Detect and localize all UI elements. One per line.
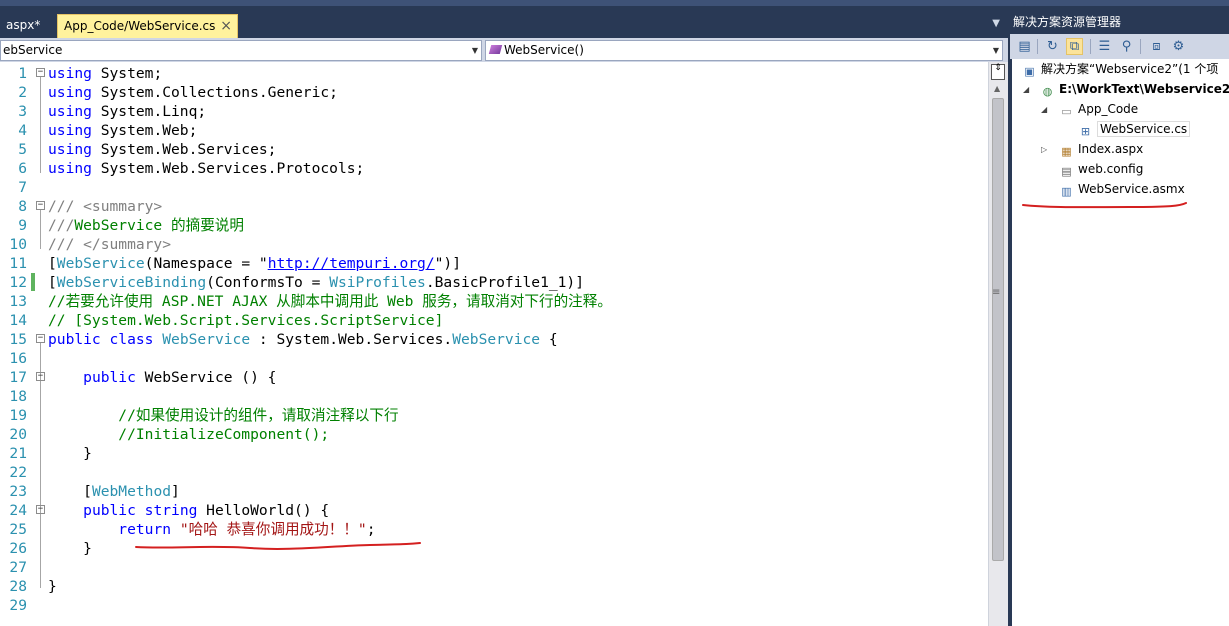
collapsed-arrow-icon[interactable]: ▷ bbox=[1041, 145, 1047, 154]
tree-node-webservice-asmx[interactable]: ▥ WebService.asmx bbox=[1059, 179, 1184, 199]
solution-explorer-toolbar: ▤ ↻ ⧉ ☰ ⚲ ⧈ ⚙ bbox=[1010, 34, 1229, 59]
scrollbar-grip-icon: ≡ bbox=[992, 287, 1001, 298]
code-line: 11 [WebService(Namespace = "http://tempur… bbox=[9, 255, 461, 272]
tree-node-webservice-cs[interactable]: ⊞ WebService.cs bbox=[1078, 119, 1191, 139]
chevron-down-icon: ▼ bbox=[471, 46, 478, 55]
collapse-icon[interactable]: − bbox=[36, 334, 45, 343]
code-line: 4 using System.Web; bbox=[18, 122, 198, 139]
tab-aspx[interactable]: aspx* bbox=[0, 14, 52, 38]
code-line: 24− public string HelloWorld() { bbox=[9, 502, 330, 519]
code-line: 18 bbox=[9, 388, 27, 405]
code-line: 19 //如果使用设计的组件，请取消注释以下行 bbox=[9, 407, 399, 424]
document-tab-bar: aspx* App_Code/WebService.cs × ▼ bbox=[0, 6, 1008, 38]
scroll-up-icon[interactable]: ▲ bbox=[994, 84, 1000, 93]
code-line: 27 bbox=[9, 559, 27, 576]
method-icon bbox=[488, 45, 503, 54]
tab-webservice-cs[interactable]: App_Code/WebService.cs × bbox=[57, 14, 238, 38]
navigation-bar: ebService ▼ WebService() ▼ bbox=[0, 38, 1008, 62]
code-line: 17− public WebService () { bbox=[9, 369, 277, 386]
tree-node-solution[interactable]: ▣ 解决方案“Webservice2”(1 个项 bbox=[1022, 59, 1218, 79]
scrollbar-thumb[interactable] bbox=[992, 98, 1004, 561]
solution-icon: ▣ bbox=[1024, 65, 1035, 78]
expanded-arrow-icon[interactable]: ◢ bbox=[1041, 105, 1047, 114]
code-line: 5 using System.Web.Services; bbox=[18, 141, 277, 158]
view-code-icon[interactable]: ☰ bbox=[1096, 38, 1113, 55]
code-line: 13//若要允许使用 ASP.NET AJAX 从脚本中调用此 Web 服务，请… bbox=[9, 293, 612, 310]
collapse-icon[interactable]: − bbox=[36, 201, 45, 210]
red-underline-annotation bbox=[135, 542, 421, 550]
folder-open-icon: ▭ bbox=[1061, 105, 1072, 118]
show-all-files-icon[interactable]: ⧉ bbox=[1066, 38, 1083, 55]
expanded-arrow-icon[interactable]: ◢ bbox=[1023, 85, 1029, 94]
type-dropdown-value: ebService bbox=[3, 43, 63, 57]
code-line: 21 } bbox=[9, 445, 92, 462]
member-dropdown-value: WebService() bbox=[504, 43, 584, 57]
code-line: 8−/// <summary> bbox=[18, 198, 163, 215]
code-line: 23 [WebMethod] bbox=[9, 483, 180, 500]
tree-node-app-code[interactable]: ▭ App_Code bbox=[1059, 99, 1138, 119]
website-project-icon: ◍ bbox=[1042, 85, 1053, 98]
change-indicator bbox=[31, 273, 35, 291]
config-file-icon: ▤ bbox=[1061, 165, 1072, 178]
collapse-icon[interactable]: − bbox=[36, 68, 45, 77]
code-line: 16 bbox=[9, 350, 27, 367]
asmx-file-icon: ▥ bbox=[1061, 185, 1072, 198]
toolbar-separator bbox=[1140, 39, 1141, 54]
namespace-url-link[interactable]: http://tempuri.org/ bbox=[268, 255, 435, 272]
code-line: 28} bbox=[9, 578, 57, 595]
code-line: 22 bbox=[9, 464, 27, 481]
code-line: 14// [System.Web.Script.Services.ScriptS… bbox=[9, 312, 444, 329]
code-line: 20 //InitializeComponent(); bbox=[9, 426, 330, 443]
refresh-icon[interactable]: ↻ bbox=[1044, 38, 1061, 55]
tab-list-dropdown-icon[interactable]: ▼ bbox=[992, 18, 1000, 29]
code-line: 9///WebService 的摘要说明 bbox=[18, 217, 244, 234]
code-editor[interactable]: 1− using System; 2 using System.Collection… bbox=[0, 62, 988, 626]
tree-node-project[interactable]: ◍ E:\WorkText\Webservice2\ bbox=[1040, 79, 1229, 99]
toolbar-separator bbox=[1090, 39, 1091, 54]
asp-config-icon[interactable]: ⚙ bbox=[1170, 38, 1187, 55]
collapse-icon[interactable]: − bbox=[36, 372, 45, 381]
properties-icon[interactable]: ▤ bbox=[1016, 38, 1033, 55]
code-line: 7 bbox=[18, 179, 27, 196]
solution-explorer-title: 解决方案资源管理器 bbox=[1013, 15, 1122, 29]
cs-file-icon: ⊞ bbox=[1080, 125, 1091, 138]
code-line: 29 bbox=[9, 597, 27, 614]
code-line: 15− public class WebService : System.Web.… bbox=[9, 331, 558, 348]
chevron-down-icon: ▼ bbox=[992, 46, 999, 55]
tree-node-index-aspx[interactable]: ▦ Index.aspx bbox=[1059, 139, 1143, 159]
copy-website-icon[interactable]: ⧈ bbox=[1148, 38, 1165, 55]
collapse-icon[interactable]: − bbox=[36, 505, 45, 514]
type-dropdown[interactable]: ebService ▼ bbox=[0, 40, 482, 61]
tree-node-web-config[interactable]: ▤ web.config bbox=[1059, 159, 1143, 179]
code-line: 1− using System; bbox=[18, 65, 163, 82]
solution-explorer-tree: ▣ 解决方案“Webservice2”(1 个项 ◢ ◍ E:\WorkText\W… bbox=[1012, 59, 1229, 626]
aspx-file-icon: ▦ bbox=[1061, 145, 1072, 158]
close-tab-icon[interactable]: × bbox=[220, 15, 232, 37]
code-line: 6 using System.Web.Services.Protocols; bbox=[18, 160, 365, 177]
editor-vertical-scrollbar[interactable]: ⇕ ▲ ≡ bbox=[988, 62, 1008, 626]
code-line: 3 using System.Linq; bbox=[18, 103, 207, 120]
code-line: 10/// </summary> bbox=[9, 236, 172, 253]
toolbar-separator bbox=[1037, 39, 1038, 54]
split-window-icon[interactable]: ⇕ bbox=[991, 64, 1005, 80]
view-designer-icon[interactable]: ⚲ bbox=[1118, 38, 1135, 55]
code-line: 25 return "哈哈 恭喜你调用成功！！"; bbox=[9, 521, 376, 538]
tab-label: App_Code/WebService.cs bbox=[64, 19, 216, 33]
red-underline-annotation bbox=[1022, 202, 1187, 209]
code-line: 12 [WebServiceBinding(ConformsTo = WsiPro… bbox=[9, 273, 584, 291]
member-dropdown[interactable]: WebService() ▼ bbox=[485, 40, 1003, 61]
code-line: 2 using System.Collections.Generic; bbox=[18, 84, 338, 101]
